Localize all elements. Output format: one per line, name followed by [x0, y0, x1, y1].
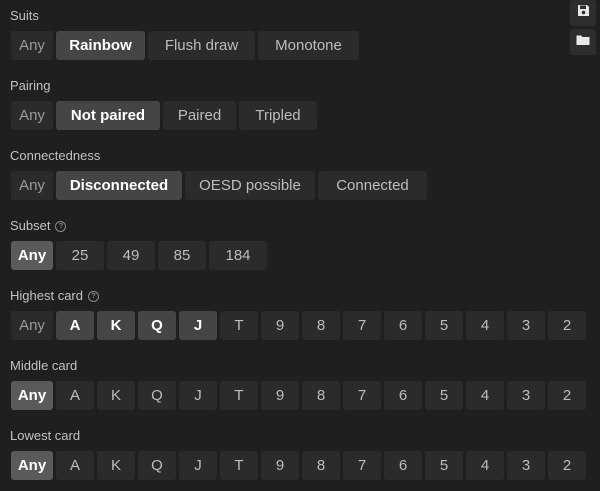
subset-option-85[interactable]: 85 [158, 241, 206, 270]
connectedness-option-disconnected[interactable]: Disconnected [56, 171, 182, 200]
middle-card-label: Middle card [10, 358, 77, 374]
connectedness-option-oesd-possible[interactable]: OESD possible [185, 171, 315, 200]
subset-label: Subset ? [10, 218, 67, 234]
highest-card-option-2[interactable]: 2 [548, 311, 586, 340]
subset-option-any[interactable]: Any [11, 241, 53, 270]
save-icon [577, 4, 590, 22]
middle-card-option-3[interactable]: 3 [507, 381, 545, 410]
suits-selector: Any Rainbow Flush draw Monotone [11, 31, 359, 60]
lowest-card-label-text: Lowest card [10, 428, 81, 443]
highest-card-label-text: Highest card [10, 288, 83, 303]
pairing-selector: Any Not paired Paired Tripled [11, 101, 317, 130]
lowest-card-option-7[interactable]: 7 [343, 451, 381, 480]
highest-card-option-q[interactable]: Q [138, 311, 176, 340]
lowest-card-option-8[interactable]: 8 [302, 451, 340, 480]
middle-card-selector: Any A K Q J T 9 8 7 6 5 4 3 2 [11, 381, 586, 410]
highest-card-selector: Any A K Q J T 9 8 7 6 5 4 3 2 [11, 311, 586, 340]
subset-option-49[interactable]: 49 [107, 241, 155, 270]
lowest-card-selector: Any A K Q J T 9 8 7 6 5 4 3 2 [11, 451, 586, 480]
connectedness-label: Connectedness [10, 148, 100, 164]
highest-card-option-4[interactable]: 4 [466, 311, 504, 340]
pairing-option-tripled[interactable]: Tripled [239, 101, 317, 130]
middle-card-option-5[interactable]: 5 [425, 381, 463, 410]
lowest-card-option-k[interactable]: K [97, 451, 135, 480]
highest-card-option-7[interactable]: 7 [343, 311, 381, 340]
suits-option-monotone[interactable]: Monotone [258, 31, 359, 60]
open-folder-button[interactable] [570, 29, 596, 55]
middle-card-option-q[interactable]: Q [138, 381, 176, 410]
middle-card-option-6[interactable]: 6 [384, 381, 422, 410]
highest-card-option-a[interactable]: A [56, 311, 94, 340]
subset-label-text: Subset [10, 218, 51, 233]
suits-option-any[interactable]: Any [11, 31, 53, 60]
subset-option-184[interactable]: 184 [209, 241, 267, 270]
lowest-card-option-j[interactable]: J [179, 451, 217, 480]
lowest-card-option-t[interactable]: T [220, 451, 258, 480]
lowest-card-option-4[interactable]: 4 [466, 451, 504, 480]
middle-card-option-any[interactable]: Any [11, 381, 53, 410]
folder-icon [576, 33, 590, 51]
lowest-card-label: Lowest card [10, 428, 80, 444]
suits-option-flush-draw[interactable]: Flush draw [148, 31, 255, 60]
highest-card-option-t[interactable]: T [220, 311, 258, 340]
middle-card-option-7[interactable]: 7 [343, 381, 381, 410]
middle-card-option-j[interactable]: J [179, 381, 217, 410]
lowest-card-option-any[interactable]: Any [11, 451, 53, 480]
lowest-card-option-3[interactable]: 3 [507, 451, 545, 480]
lowest-card-option-6[interactable]: 6 [384, 451, 422, 480]
question-circle-icon[interactable]: ? [87, 290, 99, 302]
pairing-label-text: Pairing [10, 78, 51, 93]
connectedness-option-any[interactable]: Any [11, 171, 53, 200]
lowest-card-option-q[interactable]: Q [138, 451, 176, 480]
save-button[interactable] [570, 0, 596, 26]
middle-card-label-text: Middle card [10, 358, 78, 373]
highest-card-option-6[interactable]: 6 [384, 311, 422, 340]
lowest-card-option-a[interactable]: A [56, 451, 94, 480]
connectedness-label-text: Connectedness [10, 148, 101, 163]
middle-card-option-4[interactable]: 4 [466, 381, 504, 410]
middle-card-option-2[interactable]: 2 [548, 381, 586, 410]
subset-selector: Any 25 49 85 184 [11, 241, 267, 270]
pairing-option-paired[interactable]: Paired [163, 101, 236, 130]
highest-card-option-8[interactable]: 8 [302, 311, 340, 340]
lowest-card-option-5[interactable]: 5 [425, 451, 463, 480]
pairing-label: Pairing [10, 78, 50, 94]
pairing-option-not-paired[interactable]: Not paired [56, 101, 160, 130]
highest-card-option-j[interactable]: J [179, 311, 217, 340]
highest-card-option-5[interactable]: 5 [425, 311, 463, 340]
connectedness-selector: Any Disconnected OESD possible Connected [11, 171, 427, 200]
question-circle-icon[interactable]: ? [55, 220, 67, 232]
middle-card-option-a[interactable]: A [56, 381, 94, 410]
middle-card-option-8[interactable]: 8 [302, 381, 340, 410]
subset-option-25[interactable]: 25 [56, 241, 104, 270]
highest-card-label: Highest card ? [10, 288, 99, 304]
middle-card-option-k[interactable]: K [97, 381, 135, 410]
suits-label-text: Suits [10, 8, 39, 23]
connectedness-option-connected[interactable]: Connected [318, 171, 427, 200]
suits-label: Suits [10, 8, 39, 24]
pairing-option-any[interactable]: Any [11, 101, 53, 130]
suits-option-rainbow[interactable]: Rainbow [56, 31, 145, 60]
middle-card-option-t[interactable]: T [220, 381, 258, 410]
lowest-card-option-9[interactable]: 9 [261, 451, 299, 480]
highest-card-option-any[interactable]: Any [11, 311, 53, 340]
highest-card-option-9[interactable]: 9 [261, 311, 299, 340]
lowest-card-option-2[interactable]: 2 [548, 451, 586, 480]
highest-card-option-3[interactable]: 3 [507, 311, 545, 340]
middle-card-option-9[interactable]: 9 [261, 381, 299, 410]
highest-card-option-k[interactable]: K [97, 311, 135, 340]
